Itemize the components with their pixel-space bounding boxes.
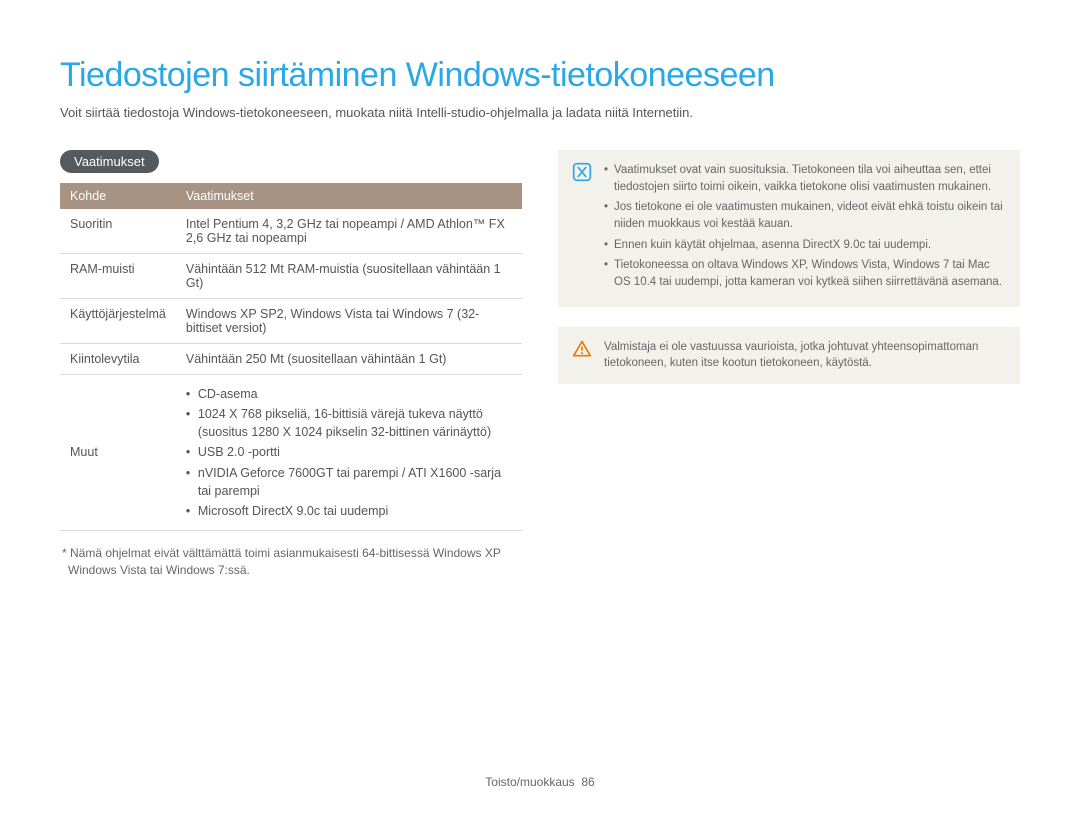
list-item: USB 2.0 -portti bbox=[186, 443, 512, 461]
table-row: Kiintolevytila Vähintään 250 Mt (suosite… bbox=[60, 344, 522, 375]
info-box-warning: Valmistaja ei ole vastuussa vaurioista, … bbox=[558, 327, 1020, 384]
footer-page: 86 bbox=[581, 775, 594, 789]
requirements-table: Kohde Vaatimukset Suoritin Intel Pentium… bbox=[60, 183, 522, 531]
requirements-pill: Vaatimukset bbox=[60, 150, 159, 173]
row-label-cpu: Suoritin bbox=[60, 209, 176, 254]
row-label-ram: RAM-muisti bbox=[60, 254, 176, 299]
row-label-other: Muut bbox=[60, 375, 176, 531]
list-item: CD-asema bbox=[186, 385, 512, 403]
left-column: Vaatimukset Kohde Vaatimukset Suoritin I… bbox=[60, 150, 522, 578]
table-row: Suoritin Intel Pentium 4, 3,2 GHz tai no… bbox=[60, 209, 522, 254]
row-label-os: Käyttöjärjestelmä bbox=[60, 299, 176, 344]
list-item: nVIDIA Geforce 7600GT tai parempi / ATI … bbox=[186, 464, 512, 500]
note-item: Tietokoneessa on oltava Windows XP, Wind… bbox=[604, 257, 1006, 290]
row-value-hdd: Vähintään 250 Mt (suositellaan vähintään… bbox=[176, 344, 522, 375]
list-item: 1024 X 768 pikseliä, 16-bittisiä värejä … bbox=[186, 405, 512, 441]
table-row: RAM-muisti Vähintään 512 Mt RAM-muistia … bbox=[60, 254, 522, 299]
footer-section: Toisto/muokkaus bbox=[485, 775, 574, 789]
note-item: Jos tietokone ei ole vaatimusten mukaine… bbox=[604, 199, 1006, 232]
row-value-other: CD-asema 1024 X 768 pikseliä, 16-bittisi… bbox=[176, 375, 522, 531]
note-icon bbox=[572, 162, 592, 182]
table-header-col2: Vaatimukset bbox=[176, 183, 522, 209]
row-label-hdd: Kiintolevytila bbox=[60, 344, 176, 375]
list-item: Microsoft DirectX 9.0c tai uudempi bbox=[186, 502, 512, 520]
warning-text: Valmistaja ei ole vastuussa vaurioista, … bbox=[604, 339, 1006, 372]
row-value-ram: Vähintään 512 Mt RAM-muistia (suositella… bbox=[176, 254, 522, 299]
note-item: Ennen kuin käytät ohjelmaa, asenna Direc… bbox=[604, 237, 1006, 254]
table-header-col1: Kohde bbox=[60, 183, 176, 209]
table-row: Käyttöjärjestelmä Windows XP SP2, Window… bbox=[60, 299, 522, 344]
row-value-cpu: Intel Pentium 4, 3,2 GHz tai nopeampi / … bbox=[176, 209, 522, 254]
right-column: Vaatimukset ovat vain suosituksia. Tieto… bbox=[558, 150, 1020, 578]
page-subtitle: Voit siirtää tiedostoja Windows-tietokon… bbox=[60, 105, 1020, 120]
page-title: Tiedostojen siirtäminen Windows-tietokon… bbox=[60, 56, 1020, 95]
info-box-note: Vaatimukset ovat vain suosituksia. Tieto… bbox=[558, 150, 1020, 307]
note-item: Vaatimukset ovat vain suosituksia. Tieto… bbox=[604, 162, 1006, 195]
page-footer: Toisto/muokkaus 86 bbox=[0, 775, 1080, 789]
table-row: Muut CD-asema 1024 X 768 pikseliä, 16-bi… bbox=[60, 375, 522, 531]
warning-icon bbox=[572, 339, 592, 359]
footnote: * Nämä ohjelmat eivät välttämättä toimi … bbox=[60, 545, 522, 579]
row-value-os: Windows XP SP2, Windows Vista tai Window… bbox=[176, 299, 522, 344]
